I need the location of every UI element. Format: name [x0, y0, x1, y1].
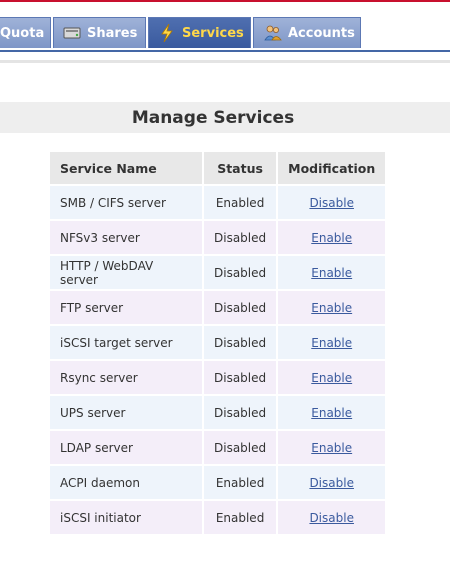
enable-link[interactable]: Enable	[311, 441, 352, 455]
header-service-name: Service Name	[50, 152, 202, 184]
table-row: SMB / CIFS server Enabled Disable	[50, 186, 386, 219]
service-name: iSCSI initiator	[50, 501, 202, 534]
service-name: FTP server	[50, 291, 202, 324]
service-status: Disabled	[204, 396, 277, 429]
disable-link[interactable]: Disable	[309, 196, 354, 210]
table-row: NFSv3 server Disabled Enable	[50, 221, 386, 254]
service-status: Enabled	[204, 501, 277, 534]
service-name: UPS server	[50, 396, 202, 429]
table-row: iSCSI target server Disabled Enable	[50, 326, 386, 359]
tab-quota[interactable]: Quota	[0, 17, 51, 48]
page-title: Manage Services	[131, 107, 295, 128]
enable-link[interactable]: Enable	[311, 336, 352, 350]
service-status: Enabled	[204, 186, 277, 219]
service-name: LDAP server	[50, 431, 202, 464]
table-row: iSCSI initiator Enabled Disable	[50, 501, 386, 534]
lightning-icon	[158, 24, 176, 42]
disable-link[interactable]: Disable	[309, 511, 354, 525]
service-status: Disabled	[204, 361, 277, 394]
service-status: Disabled	[204, 291, 277, 324]
table-row: Rsync server Disabled Enable	[50, 361, 386, 394]
enable-link[interactable]: Enable	[311, 406, 352, 420]
header-modification: Modification	[278, 152, 386, 184]
tab-shares-label: Shares	[87, 25, 138, 41]
table-row: LDAP server Disabled Enable	[50, 431, 386, 464]
service-name: ACPI daemon	[50, 466, 202, 499]
service-name: HTTP / WebDAV server	[50, 256, 202, 289]
tab-accounts-label: Accounts	[288, 25, 355, 41]
table-header-row: Service Name Status Modification	[50, 152, 386, 184]
service-name: NFSv3 server	[50, 221, 202, 254]
service-name: Rsync server	[50, 361, 202, 394]
tab-quota-label: Quota	[0, 25, 45, 41]
top-border	[0, 0, 450, 2]
service-status: Disabled	[204, 326, 277, 359]
tab-accounts[interactable]: Accounts	[253, 17, 361, 48]
service-name: SMB / CIFS server	[50, 186, 202, 219]
divider	[0, 60, 450, 63]
header-status: Status	[204, 152, 277, 184]
disable-link[interactable]: Disable	[309, 476, 354, 490]
service-status: Disabled	[204, 431, 277, 464]
main-nav: Quota Shares Services Accounts	[0, 17, 450, 52]
users-icon	[264, 24, 282, 42]
enable-link[interactable]: Enable	[311, 371, 352, 385]
service-status: Enabled	[204, 466, 277, 499]
table-row: UPS server Disabled Enable	[50, 396, 386, 429]
page-title-bar: Manage Services	[0, 102, 450, 133]
enable-link[interactable]: Enable	[311, 266, 352, 280]
service-status: Disabled	[204, 256, 277, 289]
table-row: FTP server Disabled Enable	[50, 291, 386, 324]
table-row: ACPI daemon Enabled Disable	[50, 466, 386, 499]
service-name: iSCSI target server	[50, 326, 202, 359]
enable-link[interactable]: Enable	[311, 231, 352, 245]
tab-services[interactable]: Services	[148, 17, 251, 48]
tab-shares[interactable]: Shares	[53, 17, 146, 48]
drive-icon	[63, 24, 81, 42]
enable-link[interactable]: Enable	[311, 301, 352, 315]
table-row: HTTP / WebDAV server Disabled Enable	[50, 256, 386, 289]
service-status: Disabled	[204, 221, 277, 254]
services-table: Service Name Status Modification SMB / C…	[48, 150, 387, 536]
tab-services-label: Services	[182, 25, 244, 41]
